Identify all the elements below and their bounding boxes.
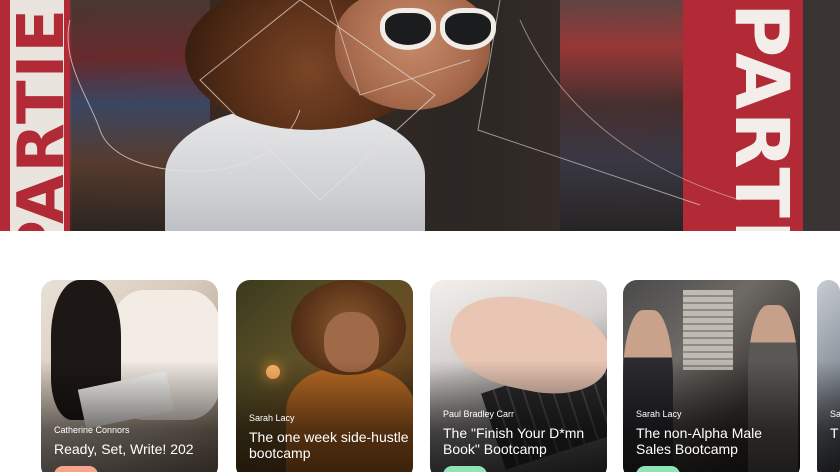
course-carousel: Catherine Connors Ready, Set, Write! 202… [0, 280, 840, 472]
course-title[interactable]: The "Finish Your D*mn Book" Bootcamp [443, 425, 603, 457]
course-author: Sa [830, 409, 840, 419]
course-card[interactable]: Sarah Lacy The one week side-hustle boot… [236, 280, 413, 472]
course-card[interactable]: Sarah Lacy The non-Alpha Male Sales Boot… [623, 280, 800, 472]
hero-sign-left-text: PARTIE [5, 6, 79, 231]
course-title[interactable]: Ready, Set, Write! 202 [54, 441, 214, 457]
course-card[interactable]: Paul Bradley Carr The "Finish Your D*mn … [430, 280, 607, 472]
course-title[interactable]: The one week side-hustle bootcamp [249, 429, 409, 461]
hero-shelf-right [560, 0, 690, 231]
course-card[interactable]: Sa T B [817, 280, 840, 472]
course-title[interactable]: T B [830, 425, 840, 441]
course-author: Sarah Lacy [249, 413, 295, 423]
course-card[interactable]: Catherine Connors Ready, Set, Write! 202 [41, 280, 218, 472]
hero-sign-left: PARTIE [0, 0, 79, 231]
course-author: Sarah Lacy [636, 409, 682, 419]
course-tag-chip [54, 466, 98, 472]
hero-sign-right: PARTI [683, 0, 804, 231]
hero-banner-image: PARTIE PARTI [0, 0, 840, 231]
course-title[interactable]: The non-Alpha Male Sales Bootcamp [636, 425, 796, 457]
course-author: Paul Bradley Carr [443, 409, 515, 419]
hero-sign-right-text: PARTI [718, 3, 804, 231]
hero-person [165, 0, 575, 231]
course-tag-chip [443, 466, 487, 472]
course-author: Catherine Connors [54, 425, 130, 435]
course-tag-chip [636, 466, 680, 472]
